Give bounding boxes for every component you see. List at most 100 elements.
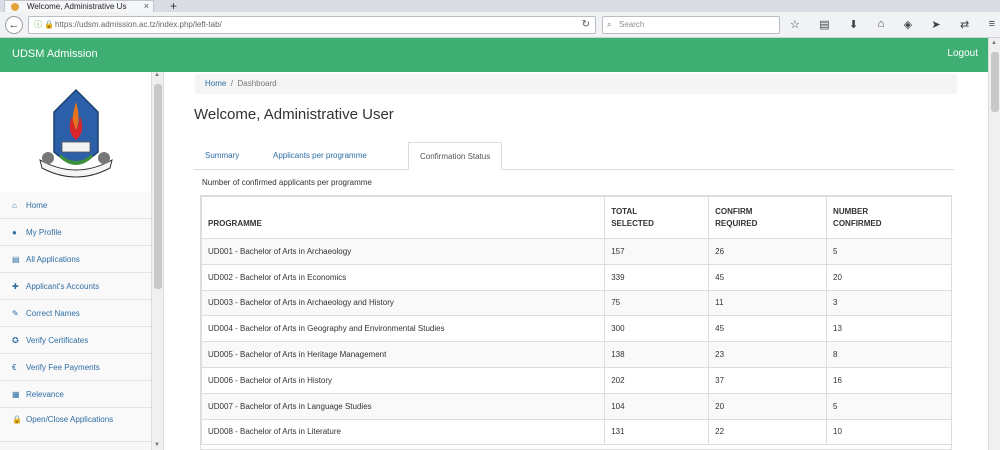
sidebar: ⌂ Home ● My Profile ▤ All Applications ✚ App… [0,72,152,450]
header-text: NUMBER CONFIRMED [833,207,882,228]
page-scrollbar[interactable]: ▲ [988,38,1000,450]
browser-search-input[interactable]: ⌕ Search [602,16,780,34]
browser-tab[interactable]: Welcome, Administrative Us × [4,0,154,12]
sidebar-item-label: Relevance [26,390,64,399]
browser-tab-title: Welcome, Administrative Us [27,2,127,11]
browser-toolbar-icons: ☆ ▤ ⬇ ⌂ ◈ ➤ ⇄ ≡ [790,18,995,31]
sidebar-item-home[interactable]: ⌂ Home [0,192,151,219]
sync-icon[interactable]: ⇄ [960,18,969,31]
programme-cell: UD007 - Bachelor of Arts in Language Stu… [201,392,606,420]
lock-icon: 🔒 [12,415,22,424]
breadcrumb-home-link[interactable]: Home [205,79,226,88]
tab-applicants-per-programme[interactable]: Applicants per programme [262,142,378,170]
breadcrumb-current: Dashboard [237,79,277,88]
sidebar-item-correct-names[interactable]: ✎ Correct Names [0,300,151,327]
number-confirmed-cell: 5 [826,238,951,265]
pocket-icon[interactable]: ◈ [904,18,912,31]
sidebar-item-relevance[interactable]: ▦ Relevance [0,381,151,408]
column-header-number-confirmed: NUMBER CONFIRMED [826,196,951,239]
total-selected-cell: 104 [604,392,710,420]
tab-confirmation-status[interactable]: Confirmation Status [408,142,503,170]
number-confirmed-cell: 8 [826,341,951,368]
total-selected-cell: 138 [604,341,710,368]
number-confirmed-cell: 5 [826,392,951,420]
scroll-up-icon[interactable]: ▲ [991,40,997,46]
number-confirmed-cell: 10 [826,418,951,446]
table-row: UD006 - Bachelor of Arts in History 202 … [201,366,951,394]
number-confirmed-cell: 16 [826,366,951,394]
table-row: UD001 - Bachelor of Arts in Archaeology … [201,238,951,265]
confirm-required-cell: 23 [708,341,828,368]
university-logo [0,72,151,192]
sidebar-item-label: Open/Close Applications [26,415,114,424]
sidebar-item-label: Verify Certificates [26,336,89,345]
page-scroll-thumb[interactable] [991,52,999,112]
total-selected-cell: 157 [604,238,710,265]
sidebar-item-verify-fee-payments[interactable]: € Verify Fee Payments [0,354,151,381]
sidebar-item-label: Applicant's Accounts [26,282,100,291]
number-confirmed-cell: 20 [826,263,951,291]
scroll-up-icon[interactable]: ▲ [154,72,160,78]
sidebar-item-open-close-applications[interactable]: 🔒 Open/Close Applications [0,408,151,442]
badge-icon: ✪ [12,336,19,345]
scroll-down-icon[interactable]: ▼ [154,442,160,448]
sidebar-item-verify-certificates[interactable]: ✪ Verify Certificates [0,327,151,354]
table-row: UD007 - Bachelor of Arts in Language Stu… [201,392,951,420]
programme-cell: UD006 - Bachelor of Arts in History [201,366,606,394]
confirm-required-cell: 20 [708,392,828,420]
breadcrumb-separator: / [230,79,234,88]
sidebar-item-my-profile[interactable]: ● My Profile [0,219,151,246]
close-tab-icon[interactable]: × [144,1,149,12]
back-button-icon[interactable]: ← [5,16,23,34]
table-row: UD004 - Bachelor of Arts in Geography an… [201,315,951,343]
browser-toolbar: ← ⓘ 🔒 https://udsm.admission.ac.tz/index… [0,12,1000,38]
sidebar-item-all-applications[interactable]: ▤ All Applications [0,246,151,273]
table-row: UD003 - Bachelor of Arts in Archaeology … [201,289,951,317]
search-placeholder: Search [619,20,645,29]
browser-tabstrip: Welcome, Administrative Us × + [0,0,1000,13]
programme-cell: UD002 - Bachelor of Arts in Economics [201,263,606,291]
sidebar-item-applicants-accounts[interactable]: ✚ Applicant's Accounts [0,273,151,300]
content-tabs: Summary Applicants per programme Confirm… [194,142,954,170]
confirmation-table: PROGRAMME TOTAL SELECTED CONFIRM REQUIRE… [200,195,952,450]
university-crest-icon [39,88,113,178]
table-row: UD002 - Bachelor of Arts in Economics 33… [201,263,951,291]
logout-link[interactable]: Logout [947,48,978,59]
sidebar-item-label: Home [26,201,48,210]
menu-hamburger-icon[interactable]: ≡ [989,18,995,31]
reading-list-icon[interactable]: ▤ [819,18,829,31]
breadcrumb: Home / Dashboard [195,74,957,94]
secure-lock-icon: ⓘ 🔒 [34,20,55,29]
bookmark-star-icon[interactable]: ☆ [790,18,800,31]
programme-cell: UD004 - Bachelor of Arts in Geography an… [201,315,606,343]
app-header: UDSM Admission Logout [0,38,1000,72]
reload-icon[interactable]: ↻ [582,17,590,33]
address-bar-url: https://udsm.admission.ac.tz/index.php/l… [55,20,222,29]
sidebar-item-label: Verify Fee Payments [26,363,100,372]
tab-summary[interactable]: Summary [194,142,250,170]
sidebar-scroll-thumb[interactable] [154,84,162,289]
programme-cell: UD001 - Bachelor of Arts in Archaeology [201,238,606,265]
building-icon: ▦ [12,390,20,399]
user-icon: ● [12,228,17,237]
total-selected-cell: 75 [604,289,710,317]
column-header-programme: PROGRAMME [201,196,606,239]
home-icon: ⌂ [12,201,17,210]
confirm-required-cell: 45 [708,263,828,291]
page-title: Welcome, Administrative User [194,106,394,123]
sidebar-scrollbar[interactable]: ▲ ▼ [152,72,164,450]
programme-cell: UD008 - Bachelor of Arts in Literature [201,418,606,446]
confirm-required-cell: 37 [708,366,828,394]
app-brand[interactable]: UDSM Admission [12,48,98,60]
send-icon[interactable]: ➤ [931,18,940,31]
plus-icon: ✚ [12,282,19,291]
confirm-required-cell: 22 [708,418,828,446]
programme-cell: UD005 - Bachelor of Arts in Heritage Man… [201,341,606,368]
address-bar[interactable]: ⓘ 🔒 https://udsm.admission.ac.tz/index.p… [28,16,596,34]
sidebar-item-label: Correct Names [26,309,80,318]
download-icon[interactable]: ⬇ [849,18,858,31]
column-header-confirm-required: CONFIRM REQUIRED [708,196,828,239]
pencil-icon: ✎ [12,309,19,318]
sidebar-item-label: My Profile [26,228,62,237]
home-browser-icon[interactable]: ⌂ [878,18,885,31]
